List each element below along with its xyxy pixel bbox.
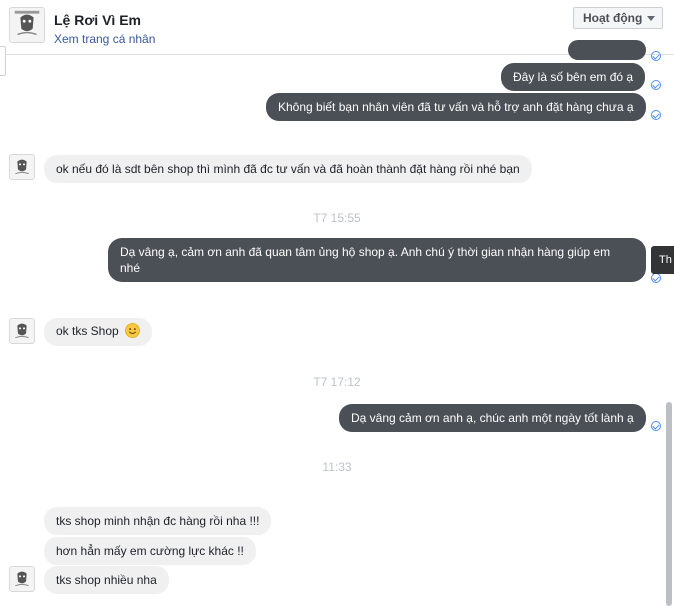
seen-check-icon: [651, 421, 661, 431]
status-dropdown-button[interactable]: Hoạt động: [573, 7, 663, 29]
message-line: nhé: [120, 261, 141, 275]
timestamp: T7 15:55: [313, 211, 361, 225]
message-tooltip: Th: [651, 246, 674, 274]
incoming-message: tks shop nhiều nha: [44, 566, 169, 594]
status-label: Hoạt động: [583, 11, 643, 25]
contact-avatar-small: [9, 318, 35, 344]
timestamp: 11:33: [322, 460, 352, 474]
view-profile-link[interactable]: Xem trang cá nhân: [54, 32, 155, 46]
message-line: Dạ vâng ạ, cảm ơn anh đã quan tâm ủng hộ…: [120, 245, 611, 259]
seen-check-icon: [651, 110, 661, 120]
contact-avatar[interactable]: [9, 7, 45, 43]
contact-avatar-small: [9, 566, 35, 592]
incoming-message: ok tks Shop: [44, 318, 153, 346]
seen-check-icon: [651, 80, 661, 90]
contact-avatar-small: [9, 154, 35, 180]
scrollbar-thumb[interactable]: [666, 402, 672, 606]
contact-name[interactable]: Lệ Rơi Vì Em: [54, 12, 141, 28]
outgoing-message: Dạ vâng cảm ơn anh ạ, chúc anh một ngày …: [339, 404, 646, 432]
incoming-message: hơn hẳn mấy em cường lực khác !!: [44, 537, 256, 565]
seen-check-icon: [651, 273, 661, 283]
side-panel-tab[interactable]: [0, 46, 6, 76]
message-bubble-partial: [568, 40, 646, 60]
outgoing-message: Đây là số bên em đó ạ: [501, 63, 646, 91]
message-text: ok tks Shop: [56, 324, 119, 338]
timestamp: T7 17:12: [313, 375, 361, 389]
incoming-message: tks shop minh nhận đc hàng rồi nha !!!: [44, 507, 272, 535]
outgoing-message: Dạ vâng ạ, cảm ơn anh đã quan tâm ủng hộ…: [108, 238, 646, 282]
incoming-message: ok nếu đó là sdt bên shop thì mình đã đc…: [44, 155, 532, 183]
smile-emoji-icon: [125, 323, 140, 338]
seen-check-icon: [651, 51, 661, 61]
outgoing-message: Không biết bạn nhân viên đã tư vấn và hỗ…: [266, 93, 646, 121]
chevron-down-icon: [647, 16, 655, 21]
